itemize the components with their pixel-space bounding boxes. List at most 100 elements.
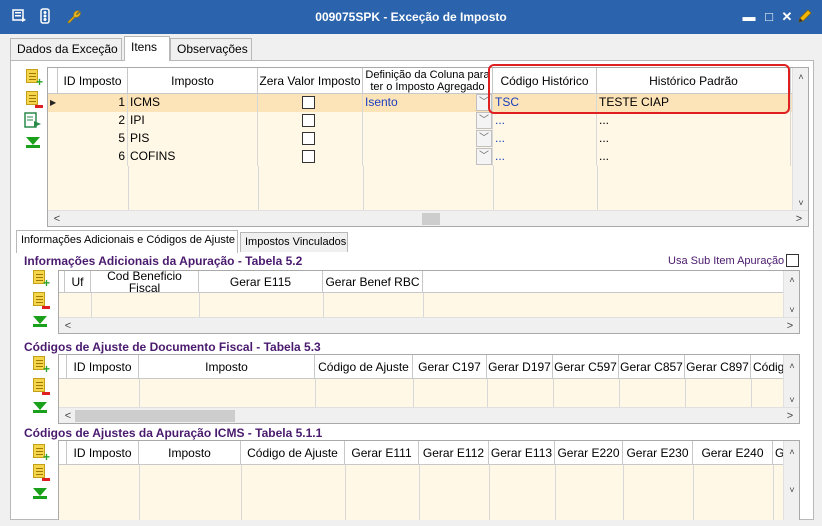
col-gerar-c597[interactable]: Gerar C597 bbox=[553, 355, 619, 378]
scroll-left-icon[interactable]: < bbox=[50, 212, 64, 226]
col-id-imposto[interactable]: ID Imposto bbox=[67, 355, 139, 378]
cell-id[interactable]: 5 bbox=[58, 130, 128, 148]
items-grid-hscroll[interactable]: < > bbox=[48, 210, 808, 226]
scroll-down-icon[interactable]: ˅ bbox=[785, 483, 799, 497]
col-gerar-e115[interactable]: Gerar E115 bbox=[199, 271, 323, 292]
delete-row-icon[interactable] bbox=[23, 89, 43, 109]
scroll-right-icon[interactable]: > bbox=[783, 409, 797, 423]
scroll-left-icon[interactable]: < bbox=[61, 409, 75, 423]
col-uf[interactable]: Uf bbox=[65, 271, 91, 292]
combo-dropdown-icon[interactable]: ﹀ bbox=[476, 130, 492, 147]
items-grid-vscroll[interactable]: ˄ ˅ bbox=[792, 68, 808, 212]
col-imposto[interactable]: Imposto bbox=[139, 355, 315, 378]
delete-row-icon[interactable] bbox=[30, 290, 50, 310]
combo-dropdown-icon[interactable]: ﹀ bbox=[476, 112, 492, 129]
col-codigo-ajuste[interactable]: Código de Ajuste bbox=[315, 355, 413, 378]
col-gerar-e113[interactable]: Gerar E113 bbox=[489, 441, 555, 464]
scroll-right-icon[interactable]: > bbox=[783, 319, 797, 333]
col-cod-beneficio[interactable]: Cod Beneficio Fiscal bbox=[91, 271, 199, 292]
collapse-down-icon[interactable] bbox=[23, 133, 43, 153]
col-gerar-d197[interactable]: Gerar D197 bbox=[487, 355, 553, 378]
col-gerar-e112[interactable]: Gerar E112 bbox=[419, 441, 489, 464]
table-row[interactable]: 2 IPI ﹀ ... ... bbox=[48, 112, 808, 130]
tab-dados-da-excecao[interactable]: Dados da Exceção bbox=[10, 38, 122, 60]
table-row[interactable]: 6 COFINS ﹀ ... ... bbox=[48, 148, 808, 166]
cell-historico-padrao[interactable]: ... bbox=[597, 130, 791, 148]
pencil-icon[interactable] bbox=[796, 8, 814, 26]
scroll-left-icon[interactable]: < bbox=[61, 319, 75, 333]
col-gerar-e230[interactable]: Gerar E230 bbox=[623, 441, 693, 464]
cell-imposto[interactable]: ICMS bbox=[128, 94, 258, 112]
col-codigo-cut[interactable]: Códig bbox=[751, 355, 785, 378]
col-gerar-e220[interactable]: Gerar E220 bbox=[555, 441, 623, 464]
tab-observacoes[interactable]: Observações bbox=[170, 38, 252, 60]
add-row-icon[interactable]: + bbox=[30, 354, 50, 375]
col-gerar-c857[interactable]: Gerar C857 bbox=[619, 355, 685, 378]
cell-codigo-historico[interactable]: ... bbox=[493, 148, 597, 166]
col-zera-valor[interactable]: Zera Valor Imposto bbox=[258, 68, 363, 93]
zera-valor-checkbox[interactable] bbox=[302, 132, 315, 145]
cell-definicao[interactable]: Isento ﹀ bbox=[363, 94, 493, 112]
tab-impostos-vinculados[interactable]: Impostos Vinculados bbox=[240, 232, 348, 252]
cell-id[interactable]: 2 bbox=[58, 112, 128, 130]
col-gerar-e240[interactable]: Gerar E240 bbox=[693, 441, 773, 464]
delete-row-icon[interactable] bbox=[30, 462, 50, 482]
cell-id[interactable]: 6 bbox=[58, 148, 128, 166]
col-gerar-c897[interactable]: Gerar C897 bbox=[685, 355, 751, 378]
col-gerar-e111[interactable]: Gerar E111 bbox=[345, 441, 419, 464]
scroll-thumb[interactable] bbox=[75, 410, 235, 422]
delete-row-icon[interactable] bbox=[30, 376, 50, 396]
scroll-down-icon[interactable]: ˅ bbox=[785, 393, 799, 407]
scroll-up-icon[interactable]: ˄ bbox=[785, 445, 799, 459]
col-definicao-coluna[interactable]: Definição da Coluna para ter o Imposto A… bbox=[363, 68, 493, 93]
scroll-right-icon[interactable]: > bbox=[792, 212, 806, 226]
cell-id[interactable]: 1 bbox=[58, 94, 128, 112]
cell-imposto[interactable]: IPI bbox=[128, 112, 258, 130]
minimize-button[interactable]: ▬ bbox=[740, 8, 758, 26]
combo-dropdown-icon[interactable]: ﹀ bbox=[476, 148, 492, 165]
grid-vscroll[interactable]: ˄ ˅ bbox=[783, 441, 799, 520]
col-id-imposto[interactable]: ID Imposto bbox=[58, 68, 128, 93]
cell-definicao[interactable]: ﹀ bbox=[363, 130, 493, 148]
cell-imposto[interactable]: COFINS bbox=[128, 148, 258, 166]
zera-valor-checkbox[interactable] bbox=[302, 96, 315, 109]
export-icon[interactable] bbox=[23, 111, 43, 131]
zera-valor-checkbox[interactable] bbox=[302, 150, 315, 163]
grid-hscroll[interactable]: < > bbox=[59, 317, 799, 333]
collapse-down-icon[interactable] bbox=[30, 398, 50, 418]
scroll-thumb[interactable] bbox=[422, 213, 440, 225]
grid-vscroll[interactable]: ˄ ˅ bbox=[783, 271, 799, 319]
col-id-imposto[interactable]: ID Imposto bbox=[67, 441, 139, 464]
cell-codigo-historico[interactable]: ... bbox=[493, 130, 597, 148]
usa-sub-item-checkbox[interactable] bbox=[786, 254, 799, 267]
zera-valor-checkbox[interactable] bbox=[302, 114, 315, 127]
scroll-up-icon[interactable]: ˄ bbox=[785, 359, 799, 373]
col-imposto[interactable]: Imposto bbox=[139, 441, 241, 464]
close-button[interactable]: ✕ bbox=[778, 8, 796, 26]
collapse-down-icon[interactable] bbox=[30, 484, 50, 504]
scroll-up-icon[interactable]: ˄ bbox=[785, 273, 799, 287]
col-codigo-ajuste[interactable]: Código de Ajuste bbox=[241, 441, 345, 464]
table-row[interactable]: 5 PIS ﹀ ... ... bbox=[48, 130, 808, 148]
scroll-up-icon[interactable]: ˄ bbox=[794, 70, 808, 84]
cell-definicao[interactable]: ﹀ bbox=[363, 148, 493, 166]
col-gerar-c197[interactable]: Gerar C197 bbox=[413, 355, 487, 378]
cell-codigo-historico[interactable]: ... bbox=[493, 112, 597, 130]
add-row-icon[interactable]: + bbox=[30, 268, 50, 289]
cell-imposto[interactable]: PIS bbox=[128, 130, 258, 148]
grid-vscroll[interactable]: ˄ ˅ bbox=[783, 355, 799, 409]
col-gerar-benef-rbc[interactable]: Gerar Benef RBC bbox=[323, 271, 423, 292]
add-row-icon[interactable]: + bbox=[23, 67, 43, 88]
col-imposto[interactable]: Imposto bbox=[128, 68, 258, 93]
tab-itens[interactable]: Itens bbox=[124, 36, 170, 61]
maximize-button[interactable]: □ bbox=[760, 8, 778, 26]
cell-historico-padrao[interactable]: ... bbox=[597, 148, 791, 166]
scroll-down-icon[interactable]: ˅ bbox=[794, 196, 808, 210]
collapse-down-icon[interactable] bbox=[30, 312, 50, 332]
grid-hscroll[interactable]: < > bbox=[59, 407, 799, 423]
cell-definicao[interactable]: ﹀ bbox=[363, 112, 493, 130]
scroll-down-icon[interactable]: ˅ bbox=[785, 303, 799, 317]
cell-historico-padrao[interactable]: ... bbox=[597, 112, 791, 130]
tab-informacoes-adicionais[interactable]: Informações Adicionais e Códigos de Ajus… bbox=[16, 230, 238, 253]
add-row-icon[interactable]: + bbox=[30, 442, 50, 463]
